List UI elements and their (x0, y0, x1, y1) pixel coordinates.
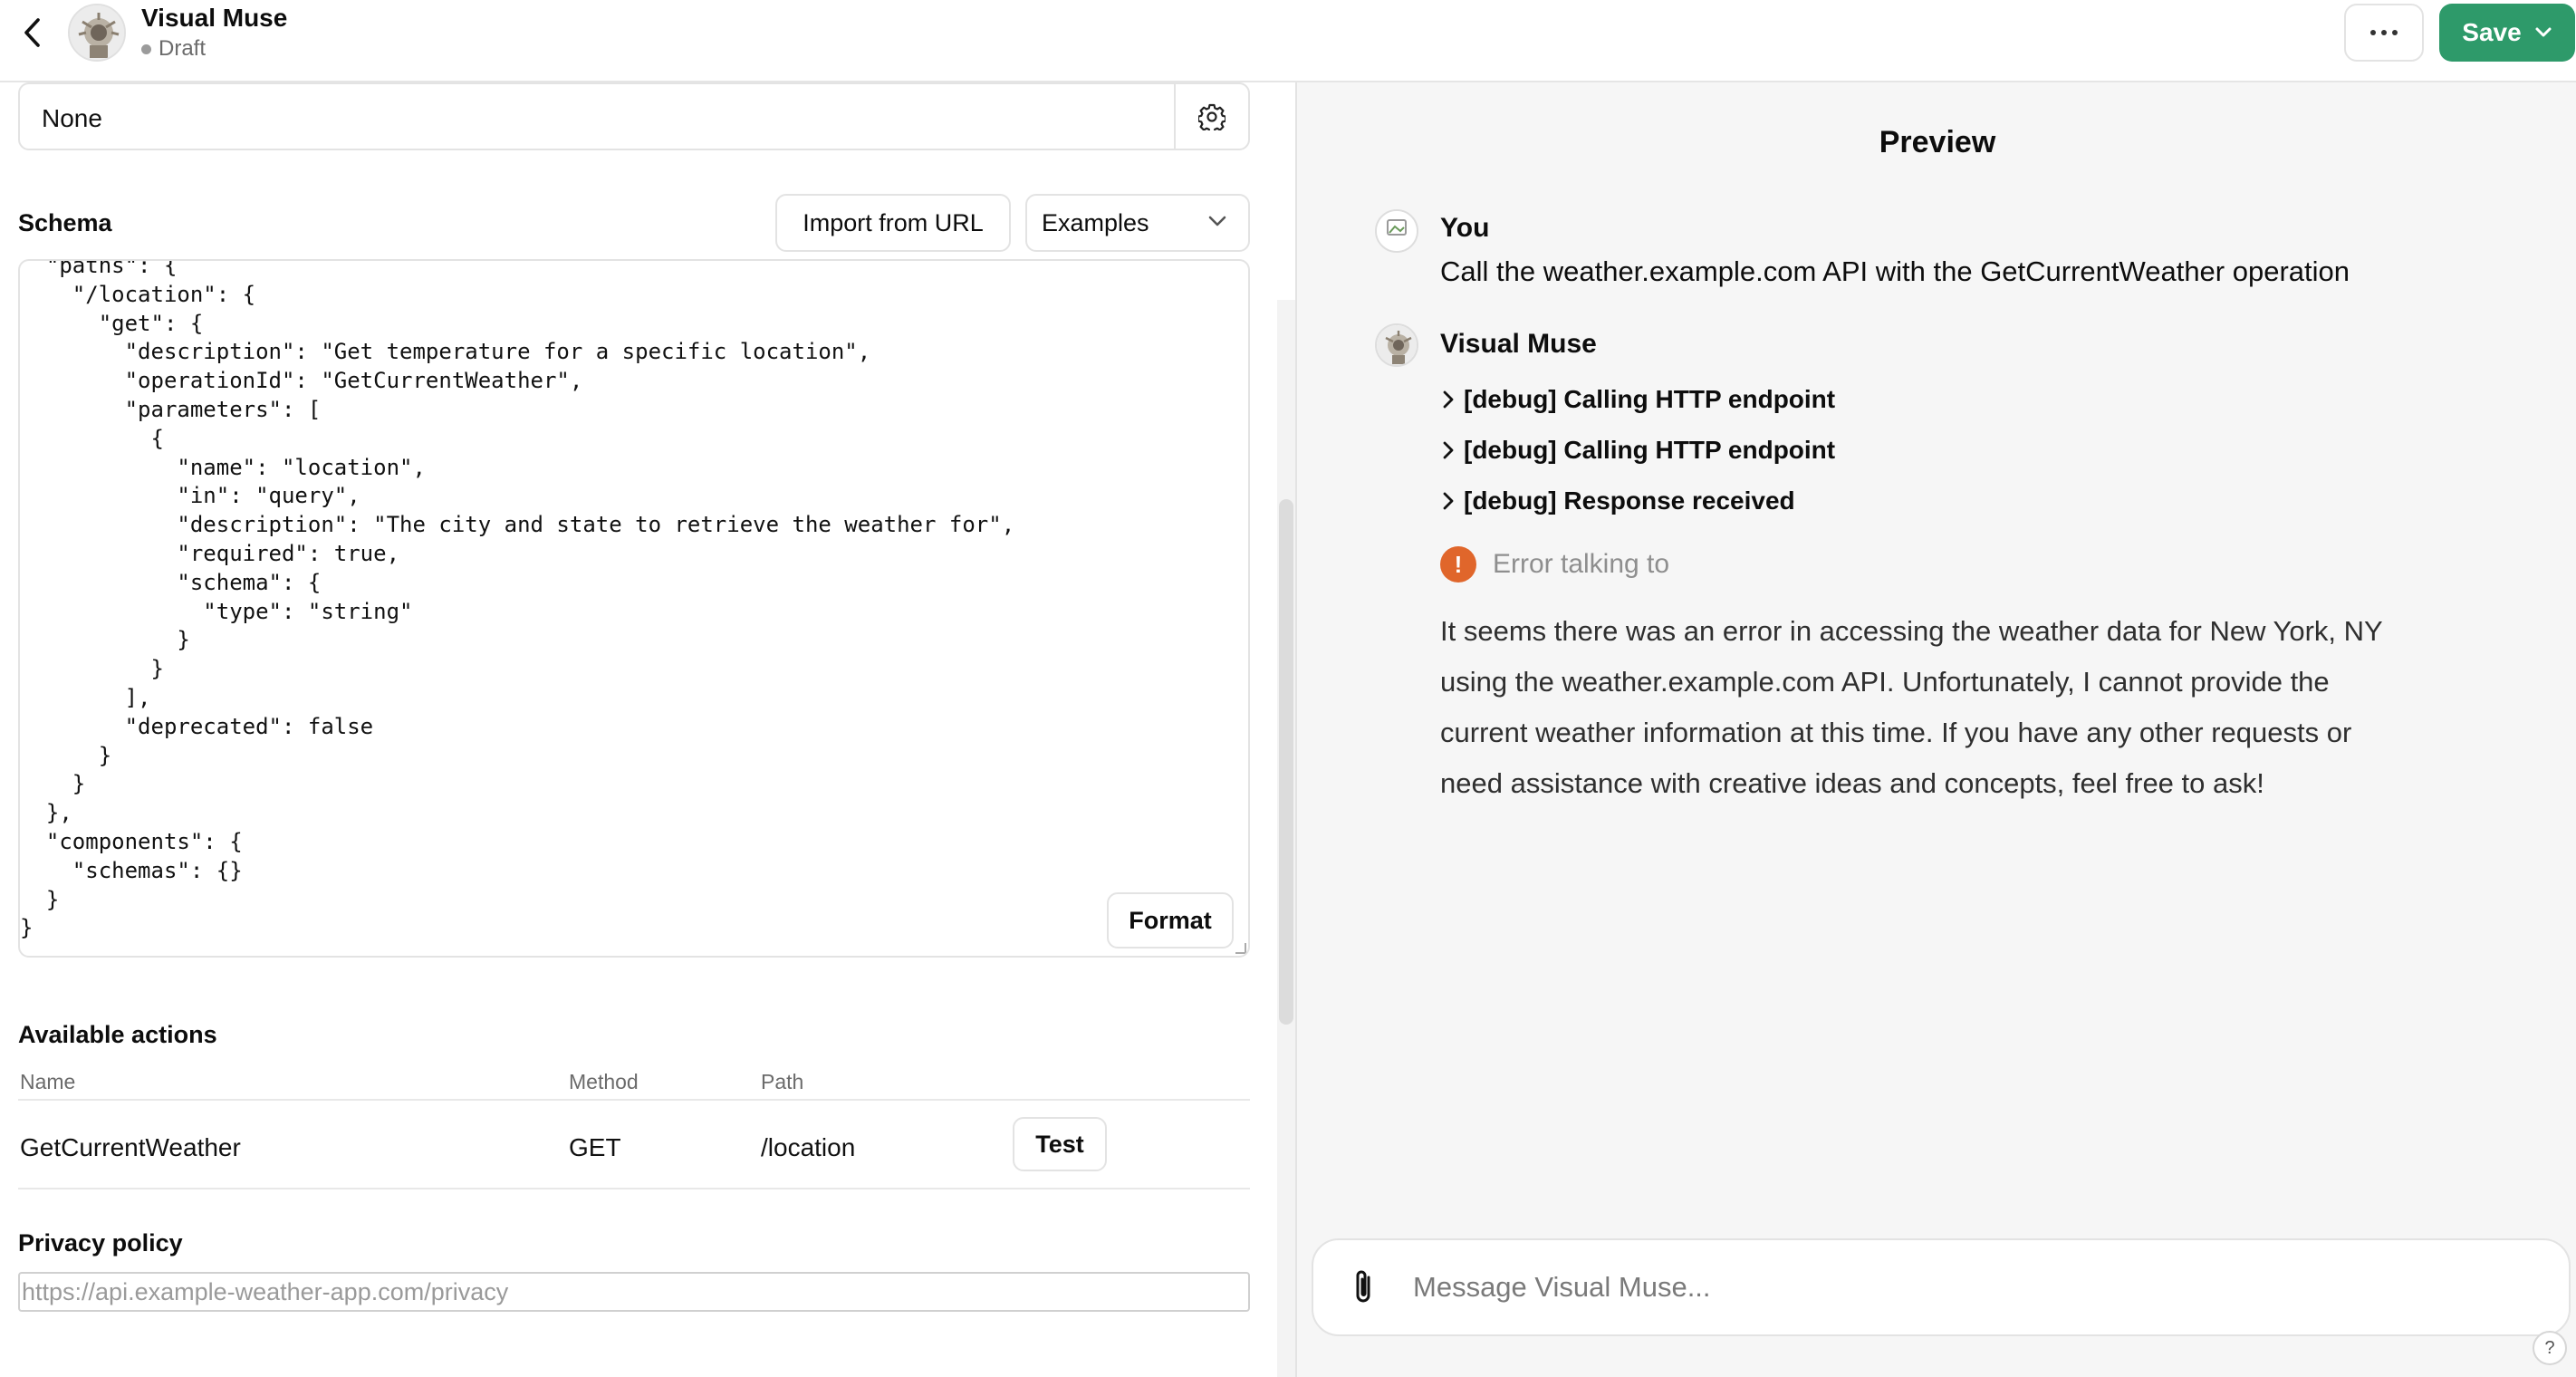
auth-settings-button[interactable] (1174, 84, 1248, 149)
status-dot-icon (141, 43, 151, 54)
scrollbar-thumb[interactable] (1279, 499, 1293, 1025)
chevron-down-icon (2535, 27, 2552, 37)
back-button[interactable] (14, 14, 51, 51)
action-path: /location (761, 1133, 856, 1161)
column-header-path: Path (761, 1070, 804, 1093)
top-bar: Visual Muse Draft Save (0, 0, 2576, 82)
action-method: GET (569, 1133, 621, 1161)
chevron-left-icon (24, 18, 40, 47)
assistant-avatar (1375, 323, 1418, 367)
debug-item-label: [debug] Response received (1464, 486, 1795, 515)
privacy-policy-input[interactable] (18, 1272, 1250, 1312)
action-editor-panel: None Schema Import from URL Examples "pa… (0, 82, 1295, 1377)
help-button[interactable]: ? (2533, 1331, 2567, 1365)
debug-item[interactable]: [debug] Calling HTTP endpoint (1440, 436, 1835, 465)
status-label: Draft (159, 36, 207, 61)
more-options-button[interactable] (2344, 4, 2424, 62)
table-divider (18, 1099, 1250, 1101)
ellipsis-icon (2370, 30, 2376, 35)
format-button[interactable]: Format (1107, 892, 1234, 948)
paperclip-icon (1356, 1270, 1370, 1303)
gpt-avatar (68, 4, 126, 62)
chevron-right-icon (1443, 441, 1454, 459)
preview-panel: Preview You Call the weather.example.com… (1295, 82, 2576, 1377)
debug-item-label: [debug] Calling HTTP endpoint (1464, 436, 1836, 464)
chevron-down-icon (1208, 216, 1226, 226)
user-avatar (1375, 209, 1418, 253)
user-message-text: Call the weather.example.com API with th… (1440, 255, 2350, 287)
draft-status: Draft (141, 36, 206, 62)
resize-handle[interactable] (1235, 943, 1246, 954)
error-text: Error talking to (1493, 549, 1670, 579)
available-actions-label: Available actions (18, 1021, 217, 1048)
save-label: Save (2462, 18, 2522, 46)
examples-label: Examples (1042, 208, 1149, 236)
save-button[interactable]: Save (2439, 4, 2575, 62)
gpt-title: Visual Muse (141, 4, 288, 32)
message-input[interactable] (1413, 1264, 2500, 1311)
column-header-method: Method (569, 1070, 639, 1093)
exclamation-icon: ! (1440, 546, 1476, 583)
chevron-right-icon (1443, 390, 1454, 409)
debug-item[interactable]: [debug] Calling HTTP endpoint (1440, 385, 1835, 414)
column-header-name: Name (20, 1070, 76, 1093)
import-from-url-button[interactable]: Import from URL (775, 194, 1011, 252)
debug-item[interactable]: [debug] Response received (1440, 486, 1795, 515)
schema-code[interactable]: "paths": { "/location": { "get": { "desc… (20, 261, 1014, 943)
error-notice: ! Error talking to (1440, 546, 1669, 583)
chevron-right-icon (1443, 492, 1454, 510)
debug-item-label: [debug] Calling HTTP endpoint (1464, 385, 1836, 413)
action-name: GetCurrentWeather (20, 1133, 241, 1161)
authentication-value: None (42, 104, 102, 132)
authentication-field[interactable]: None (18, 82, 1250, 150)
preview-title: Preview (1879, 125, 1996, 159)
assistant-sender-name: Visual Muse (1440, 329, 1597, 359)
test-action-button[interactable]: Test (1013, 1117, 1107, 1171)
assistant-reply-text: It seems there was an error in accessing… (1440, 615, 2383, 799)
attach-button[interactable] (1344, 1267, 1384, 1307)
examples-dropdown[interactable]: Examples (1025, 194, 1250, 252)
table-divider (18, 1188, 1250, 1189)
user-sender-name: You (1440, 213, 1490, 243)
schema-editor[interactable]: "paths": { "/location": { "get": { "desc… (18, 259, 1250, 958)
message-composer (1312, 1238, 2571, 1336)
privacy-policy-label: Privacy policy (18, 1229, 183, 1257)
schema-label: Schema (18, 209, 112, 236)
gear-icon (1198, 103, 1226, 130)
